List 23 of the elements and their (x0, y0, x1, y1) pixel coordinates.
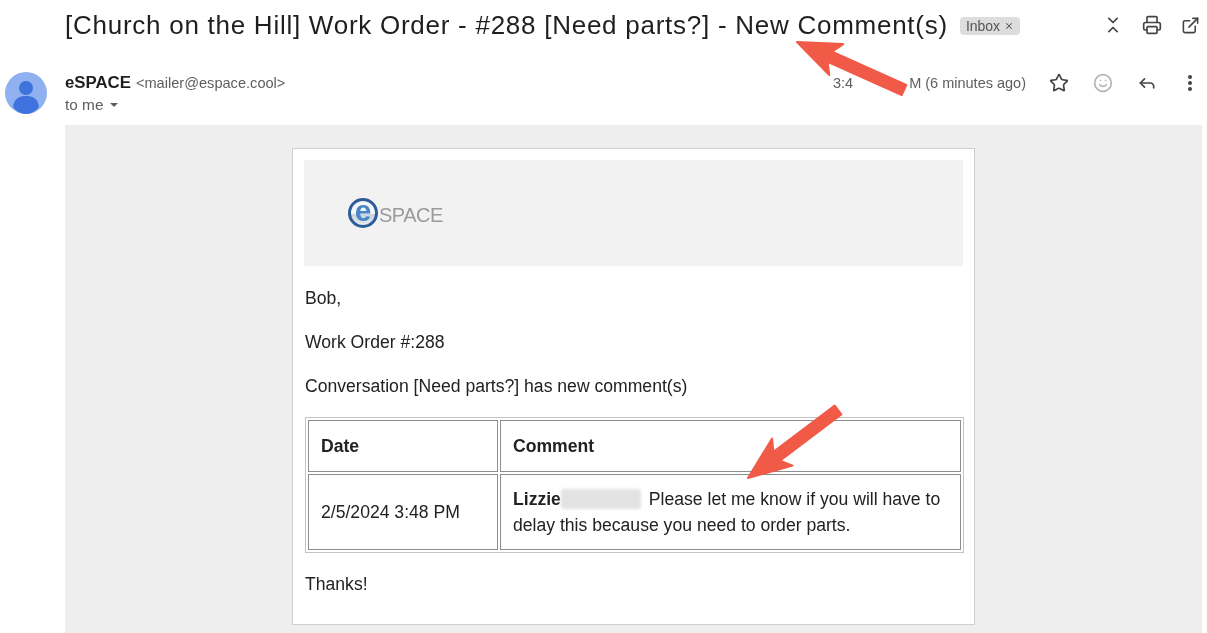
sender-name: eSPACE (65, 73, 131, 93)
body-paragraph: Conversation [Need parts?] has new comment(s) (305, 376, 689, 396)
star-icon[interactable] (1049, 73, 1069, 93)
email-subject: [Church on the Hill] Work Order - #288 [Need parts?] - New Comment(s) (65, 9, 948, 41)
body-paragraph: Work Order #:288 (305, 332, 446, 352)
timestamp-text: M (6 minutes ago) (909, 75, 1026, 91)
date-cell: 2/5/2024 3:48 PM (308, 474, 498, 550)
close-icon[interactable] (1004, 20, 1015, 31)
timestamp-text: 3:4 (832, 75, 854, 91)
comment-text: Lizzie Please let me know if you will have to delay this because you need to order parts. (513, 488, 942, 537)
sender-address: <mailer@espace.cool> (135, 74, 286, 93)
print-icon[interactable] (1142, 15, 1162, 35)
closing-text: Thanks! (305, 574, 369, 594)
caret-icon (109, 103, 118, 107)
avatar-icon (5, 72, 47, 114)
column-header: Comment (500, 420, 961, 472)
more-options-icon[interactable] (1188, 75, 1192, 91)
column-header: Date (308, 420, 498, 472)
recipients-dropdown[interactable]: to me (65, 95, 118, 115)
external-link-icon[interactable] (1181, 15, 1200, 35)
label-text: Inbox (965, 17, 1001, 34)
company-logo: e SPACE (348, 198, 443, 228)
greeting-text: Bob, (305, 288, 343, 308)
